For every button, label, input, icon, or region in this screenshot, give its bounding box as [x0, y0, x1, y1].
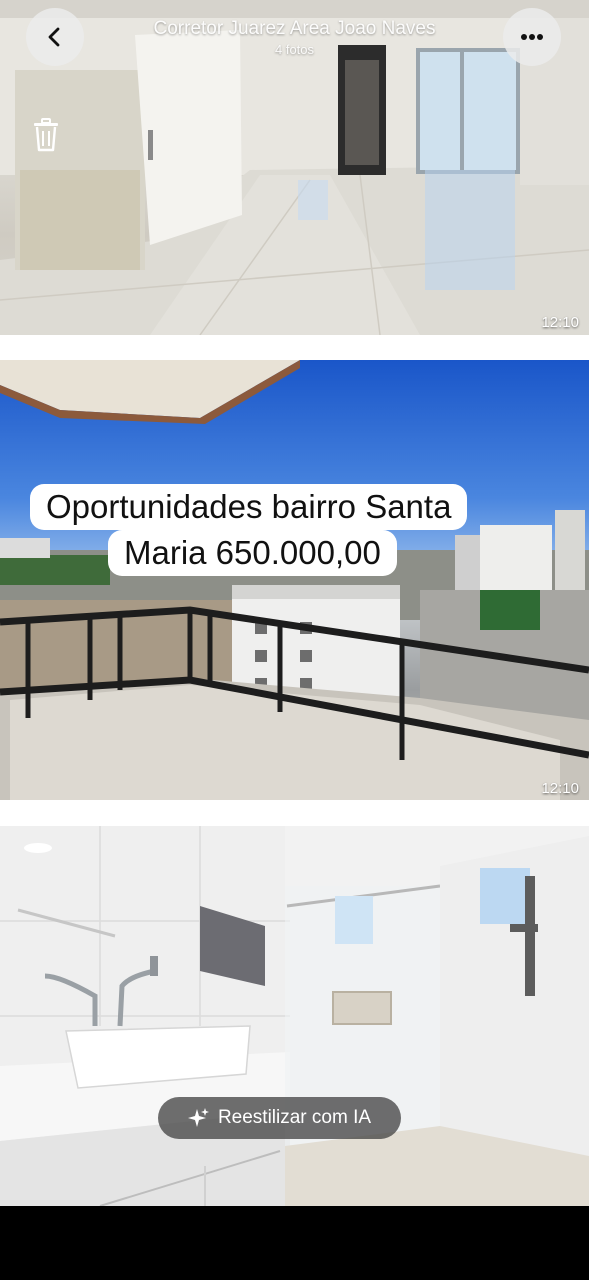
back-button[interactable]	[26, 8, 84, 66]
photo-caption-line-1: Oportunidades bairro Santa	[30, 484, 468, 530]
chevron-left-icon	[48, 27, 60, 47]
photo-timestamp: 12:10	[541, 780, 579, 797]
restyle-with-ai-button[interactable]: Reestilizar com IA	[158, 1097, 401, 1139]
album-title: Corretor Juarez Area Joao Naves	[153, 18, 436, 39]
trash-icon[interactable]	[32, 118, 60, 152]
photo-timestamp: 12:10	[541, 314, 579, 331]
photo-caption-line-2: Maria 650.000,00	[108, 530, 397, 576]
photo-bathroom[interactable]	[0, 826, 589, 1206]
photo-balcony[interactable]	[0, 360, 589, 800]
photo-count: 4 fotos	[274, 42, 315, 57]
bathroom-illustration	[0, 826, 589, 1206]
ellipsis-icon	[521, 34, 543, 40]
more-options-button[interactable]	[503, 8, 561, 66]
balcony-illustration	[0, 360, 589, 800]
restyle-with-ai-label: Reestilizar com IA	[217, 1107, 372, 1128]
bottom-bar	[0, 1206, 589, 1280]
album-header: Corretor Juarez Area Joao Naves 4 fotos	[110, 18, 479, 57]
sparkles-icon	[187, 1108, 209, 1127]
